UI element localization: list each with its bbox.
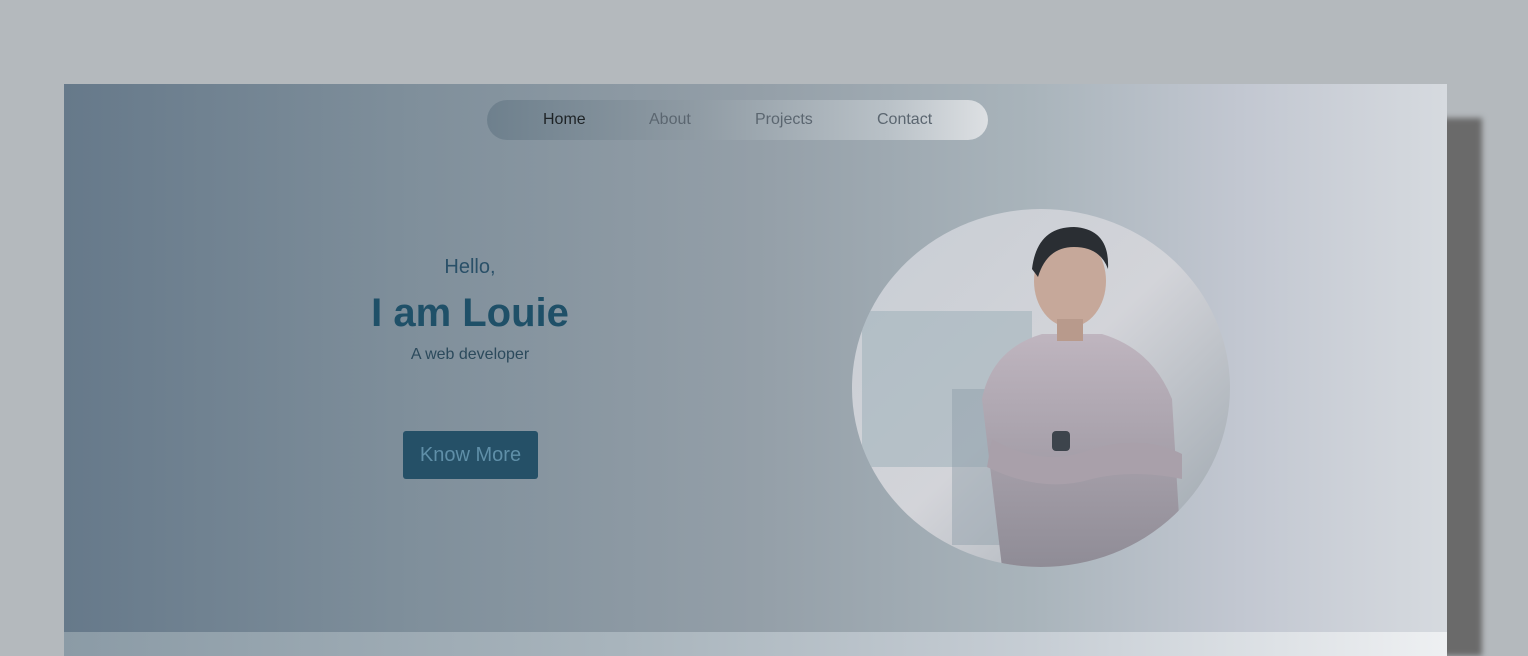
next-section xyxy=(64,632,1447,656)
nav-item-home[interactable]: Home xyxy=(543,111,586,129)
hero-name: I am Louie xyxy=(371,291,569,335)
intro-block: Hello, I am Louie A web developer xyxy=(294,254,646,364)
nav-item-contact[interactable]: Contact xyxy=(877,111,932,129)
profile-photo-illustration xyxy=(852,209,1230,567)
profile-photo xyxy=(852,209,1230,567)
hero-role: A web developer xyxy=(410,346,530,363)
greeting-text: Hello, xyxy=(444,256,496,278)
hero-section: Home About Projects Contact Hello, I am … xyxy=(64,84,1447,632)
top-nav: Home About Projects Contact xyxy=(487,100,988,140)
nav-item-about[interactable]: About xyxy=(649,111,691,129)
know-more-button[interactable]: Know More xyxy=(403,431,538,479)
nav-item-projects[interactable]: Projects xyxy=(755,111,813,129)
